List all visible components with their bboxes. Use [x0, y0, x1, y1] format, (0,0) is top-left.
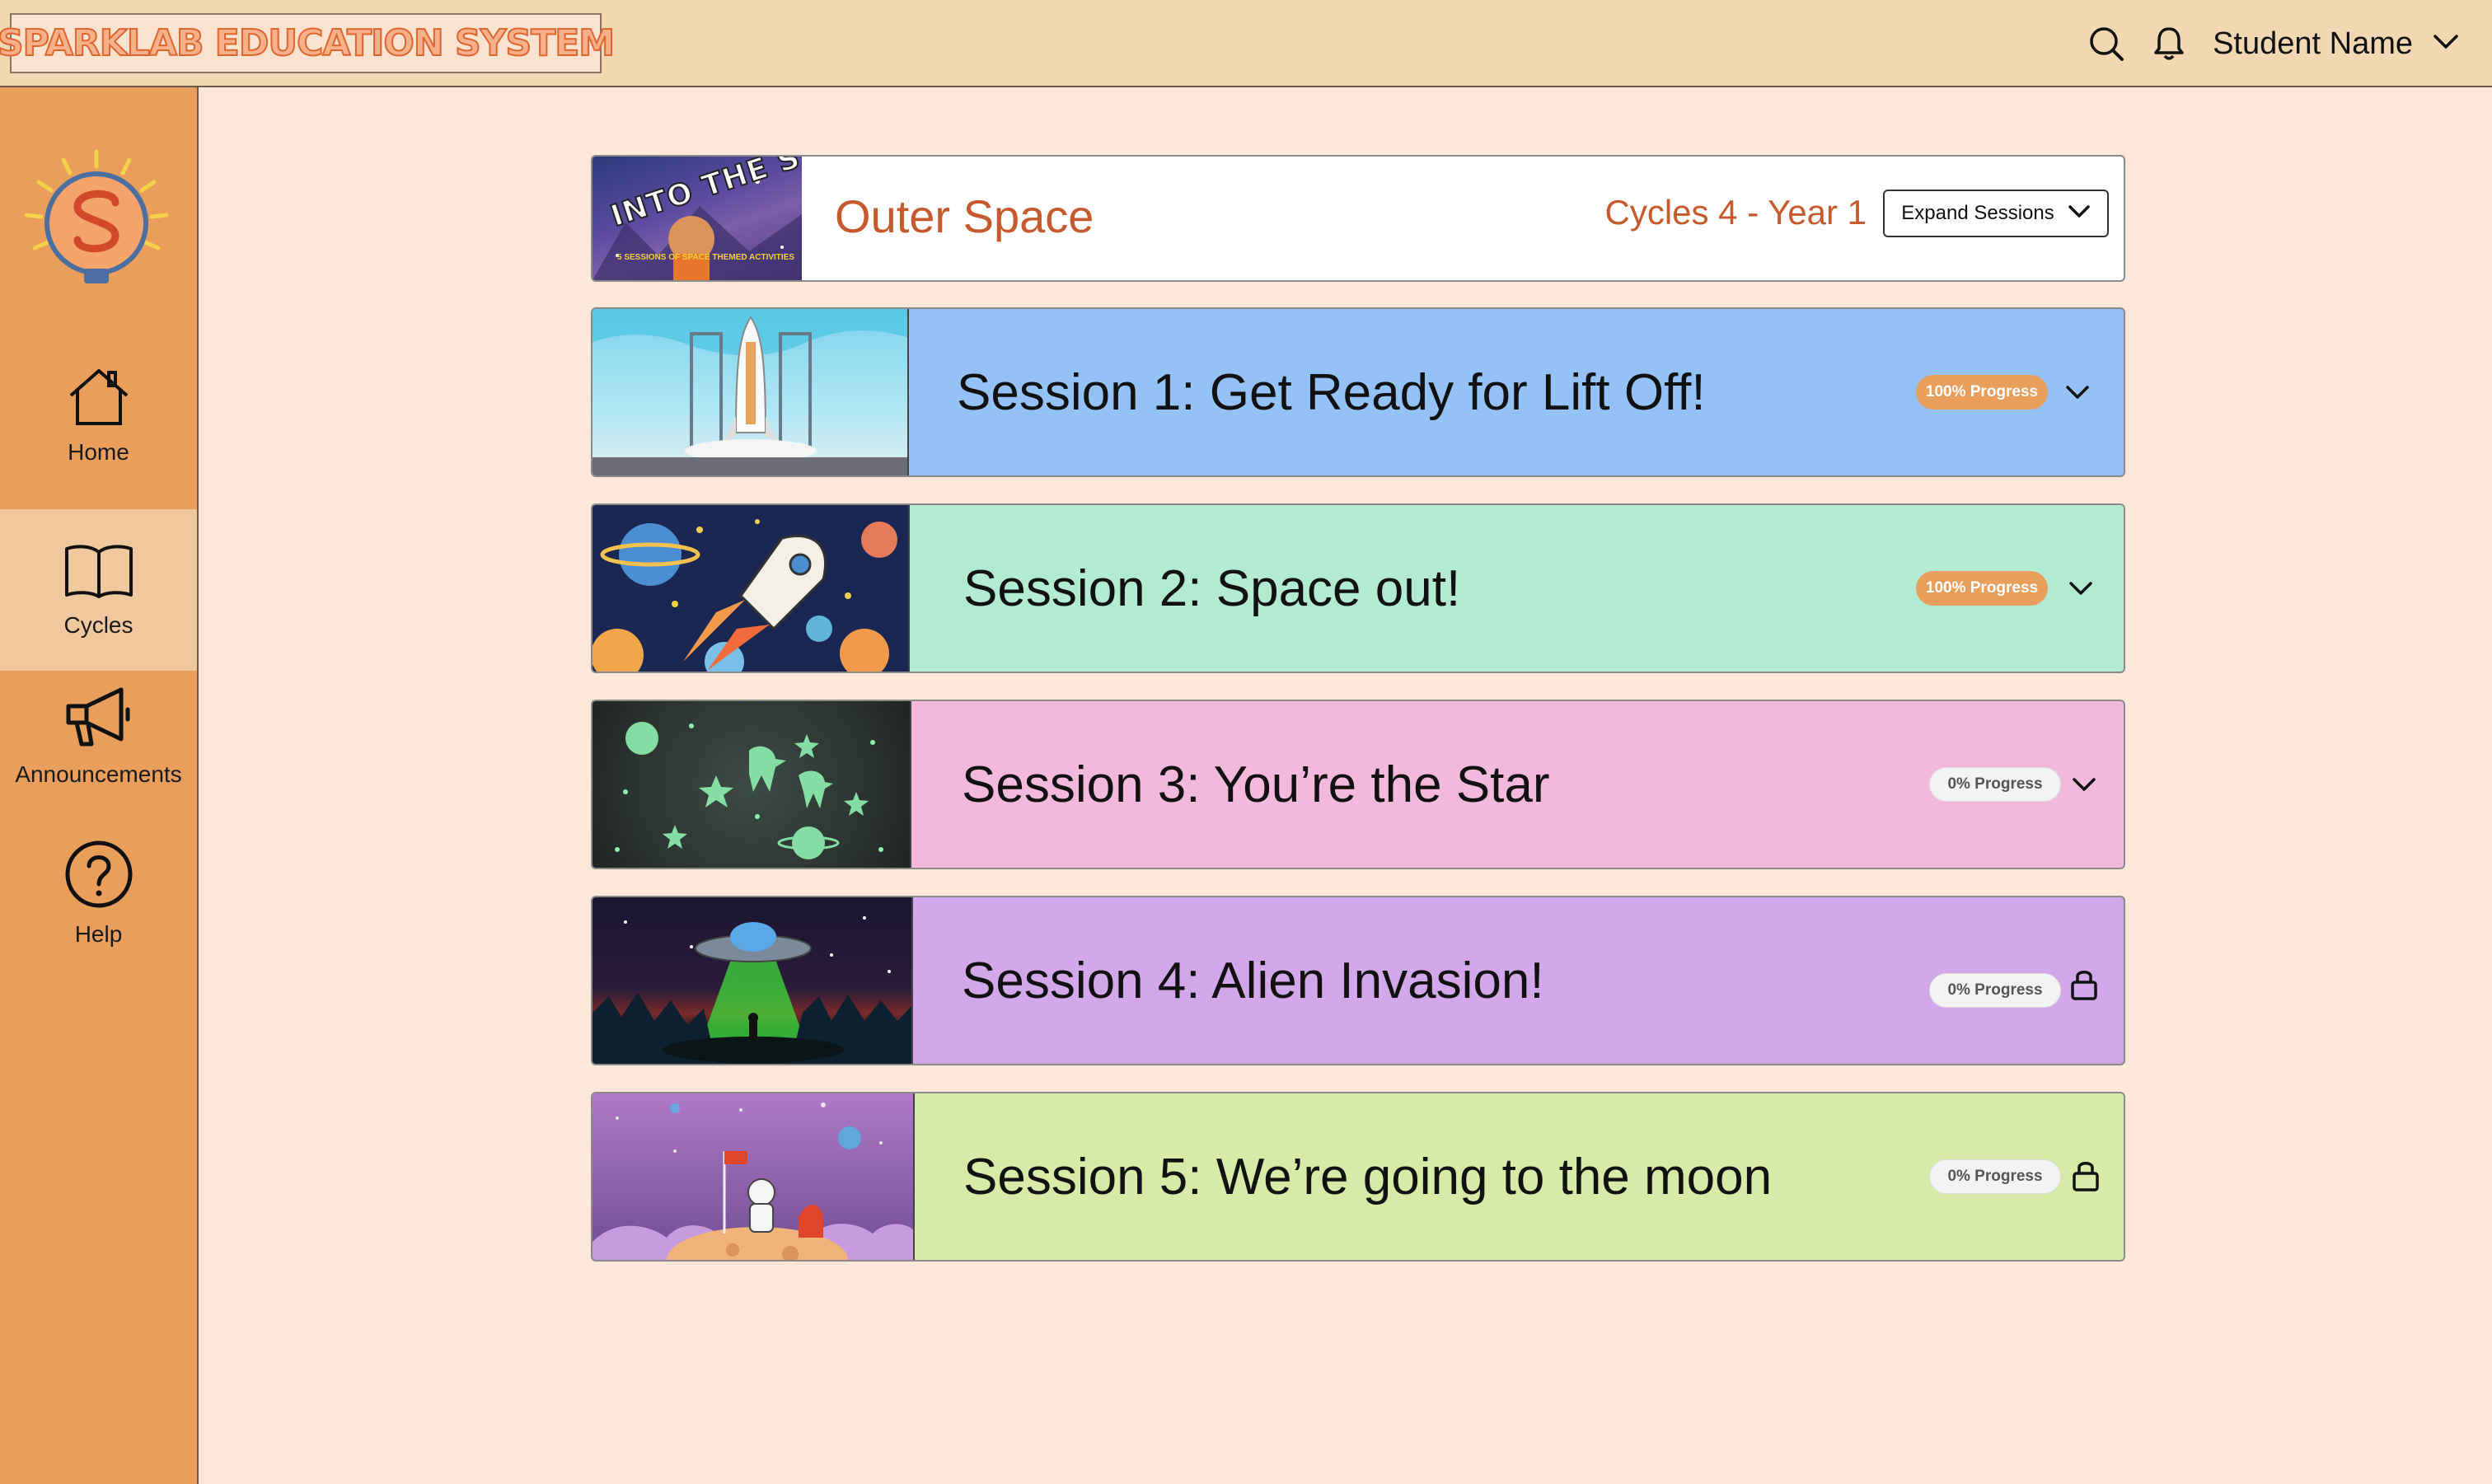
session-thumbnail — [593, 897, 913, 1064]
lock-icon — [2064, 965, 2104, 1004]
session-title: Session 2: Space out! — [963, 559, 1461, 617]
session-title: Session 3: You’re the Star — [962, 756, 1550, 813]
user-name: Student Name — [2213, 26, 2413, 61]
course-thumbnail: INTO THE SPACE 5 SESSIONS OF SPACE THEME… — [593, 157, 802, 280]
chevron-down-icon[interactable] — [2064, 765, 2104, 805]
course-header-card: INTO THE SPACE 5 SESSIONS OF SPACE THEME… — [591, 155, 2125, 282]
app-logo[interactable]: SPARKLAB EDUCATION SYSTEM — [0, 13, 616, 73]
session-card-2[interactable]: Session 2: Space out! 100% Progress — [591, 503, 2125, 673]
session-thumbnail — [593, 309, 909, 475]
course-title: Outer Space — [835, 190, 1094, 242]
sidebar-item-announcements[interactable]: Announcements — [0, 656, 197, 817]
chevron-down-icon — [2068, 202, 2091, 225]
sidebar-item-help[interactable]: Help — [0, 812, 197, 974]
sidebar-item-cycles[interactable]: Cycles — [0, 509, 197, 671]
session-card-5[interactable]: Session 5: We’re going to the moon 0% Pr… — [591, 1092, 2125, 1262]
session-card-1[interactable]: Session 1: Get Ready for Lift Off! 100% … — [591, 307, 2125, 477]
session-thumbnail — [593, 505, 910, 672]
chevron-down-icon[interactable] — [2058, 373, 2097, 413]
session-title: Session 5: We’re going to the moon — [963, 1148, 1773, 1205]
progress-badge: 100% Progress — [1916, 571, 2048, 606]
progress-badge: 0% Progress — [1929, 1159, 2061, 1194]
sidebar: Home Cycles Announcements Help — [0, 87, 199, 1484]
book-icon — [63, 542, 134, 604]
course-thumb-subtitle: 5 SESSIONS OF SPACE THEMED ACTIVITIES — [617, 253, 795, 262]
session-title: Session 1: Get Ready for Lift Off! — [957, 363, 1706, 421]
sidebar-item-home[interactable]: Home — [0, 335, 197, 496]
sidebar-item-label: Home — [68, 438, 129, 465]
megaphone-icon — [63, 686, 134, 753]
progress-badge: 100% Progress — [1916, 375, 2048, 410]
bell-icon[interactable] — [2150, 25, 2188, 63]
home-icon — [66, 366, 132, 431]
expand-sessions-label: Expand Sessions — [1901, 202, 2054, 224]
chevron-down-icon[interactable] — [2061, 569, 2101, 609]
top-header: SPARKLAB EDUCATION SYSTEM Student Name — [0, 0, 2492, 87]
expand-sessions-button[interactable]: Expand Sessions — [1883, 190, 2109, 237]
session-thumbnail — [593, 1093, 915, 1260]
help-icon — [64, 840, 134, 913]
session-title: Session 4: Alien Invasion! — [962, 952, 1544, 1009]
search-icon[interactable] — [2087, 25, 2125, 63]
course-cycle-label: Cycles 4 - Year 1 — [1604, 193, 1867, 232]
lock-icon — [2066, 1156, 2106, 1196]
session-card-3[interactable]: Session 3: You’re the Star 0% Progress — [591, 700, 2125, 869]
user-menu[interactable]: Student Name — [2213, 26, 2459, 62]
chevron-down-icon — [2433, 34, 2459, 54]
header-actions: Student Name — [2087, 0, 2459, 87]
progress-badge: 0% Progress — [1929, 767, 2061, 802]
session-thumbnail — [593, 701, 911, 868]
app-logo-text: SPARKLAB EDUCATION SYSTEM — [0, 21, 616, 65]
session-card-4[interactable]: Session 4: Alien Invasion! 0% Progress — [591, 896, 2125, 1065]
sidebar-item-label: Help — [74, 920, 123, 947]
sidebar-item-label: Cycles — [63, 611, 134, 638]
lightbulb-logo-icon — [18, 145, 175, 302]
sidebar-item-label: Announcements — [15, 761, 182, 787]
progress-badge: 0% Progress — [1929, 973, 2061, 1008]
